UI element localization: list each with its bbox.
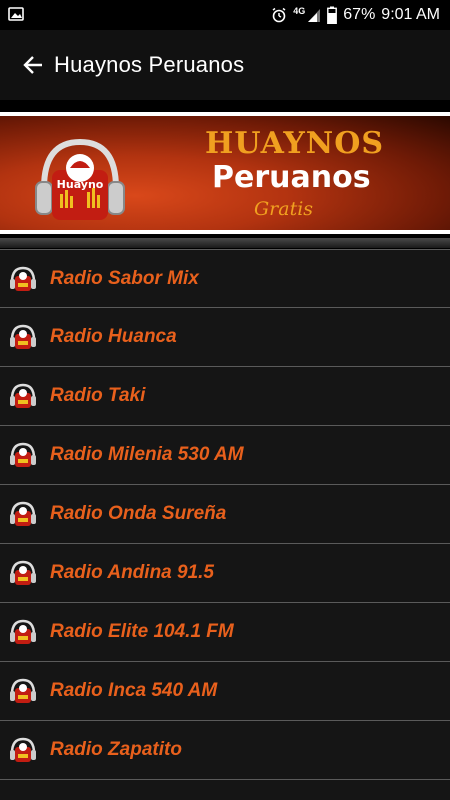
station-label: Radio Onda Sureña bbox=[50, 503, 227, 524]
headphones-logo: Huayno bbox=[35, 138, 125, 220]
status-bar: 4G 67% 9:01 AM bbox=[0, 0, 450, 30]
headphones-icon bbox=[10, 619, 36, 644]
station-row[interactable]: Radio Zapatito bbox=[0, 721, 450, 780]
battery-icon bbox=[327, 6, 338, 24]
logo-text: Huayno bbox=[57, 178, 104, 191]
station-label: Radio Andina 91.5 bbox=[50, 562, 214, 583]
station-row[interactable]: Radio Huanca bbox=[0, 308, 450, 367]
back-button[interactable] bbox=[12, 44, 54, 86]
app-bar: Huaynos Peruanos bbox=[0, 30, 450, 100]
alarm-icon bbox=[272, 7, 286, 23]
station-list: Radio Sabor Mix Radio Huanca Radio Taki Rad… bbox=[0, 249, 450, 780]
station-row[interactable]: Radio Andina 91.5 bbox=[0, 544, 450, 603]
station-label: Radio Zapatito bbox=[50, 739, 182, 760]
network-type: 4G bbox=[293, 6, 306, 16]
station-row[interactable]: Radio Inca 540 AM bbox=[0, 662, 450, 721]
headphones-icon bbox=[10, 383, 36, 408]
station-label: Radio Inca 540 AM bbox=[50, 680, 218, 701]
banner-panel: Huayno HUAYNOS Peruanos Gratis bbox=[0, 112, 450, 234]
headphones-icon bbox=[10, 678, 36, 703]
headphones-icon bbox=[10, 737, 36, 762]
headphones-icon bbox=[10, 501, 36, 526]
battery-level: 67% bbox=[343, 6, 376, 23]
headphones-icon bbox=[10, 560, 36, 585]
banner-subtitle: Peruanos bbox=[212, 160, 371, 195]
banner-divider bbox=[0, 238, 450, 248]
station-row[interactable]: Radio Sabor Mix bbox=[0, 249, 450, 308]
banner-title: HUAYNOS bbox=[205, 126, 385, 161]
station-label: Radio Milenia 530 AM bbox=[50, 444, 244, 465]
app-banner: Huayno HUAYNOS Peruanos Gratis bbox=[0, 100, 450, 250]
headphones-icon bbox=[10, 442, 36, 467]
station-label: Radio Huanca bbox=[50, 326, 177, 347]
station-label: Radio Sabor Mix bbox=[50, 267, 199, 289]
arrow-left-icon bbox=[23, 56, 42, 74]
station-label: Radio Elite 104.1 FM bbox=[50, 621, 234, 642]
station-row[interactable]: Radio Elite 104.1 FM bbox=[0, 603, 450, 662]
signal-icon bbox=[308, 9, 321, 22]
headphones-icon bbox=[10, 324, 36, 349]
station-row[interactable]: Radio Onda Sureña bbox=[0, 485, 450, 544]
station-label: Radio Taki bbox=[50, 385, 146, 406]
station-row[interactable]: Radio Milenia 530 AM bbox=[0, 426, 450, 485]
banner-tagline: Gratis bbox=[254, 198, 314, 220]
headphones-icon bbox=[10, 266, 36, 291]
gallery-notification-icon bbox=[8, 7, 24, 21]
station-row[interactable]: Radio Taki bbox=[0, 367, 450, 426]
clock: 9:01 AM bbox=[381, 6, 440, 23]
list-bottom bbox=[0, 780, 450, 800]
page-title: Huaynos Peruanos bbox=[54, 52, 245, 77]
